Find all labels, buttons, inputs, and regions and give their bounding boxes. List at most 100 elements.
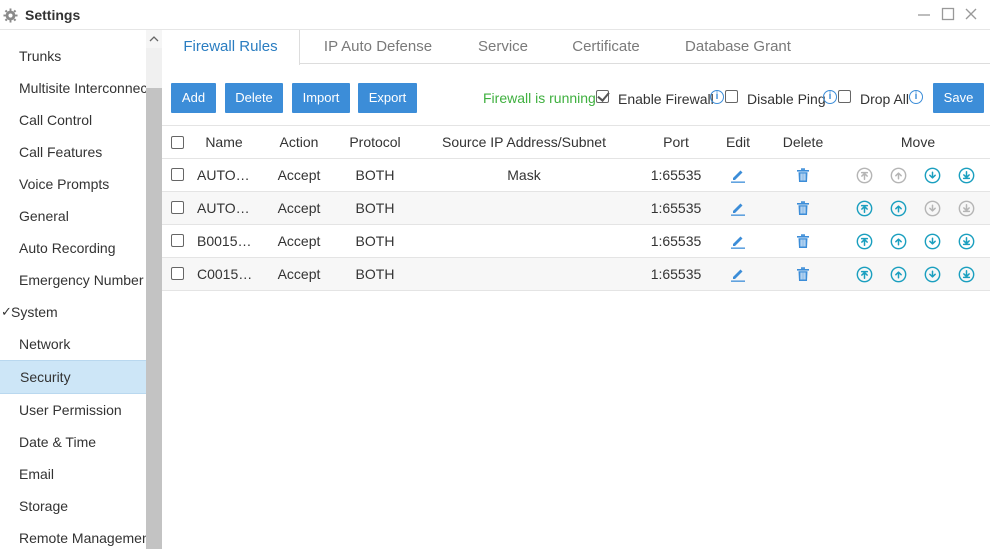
row-name: AUTO… [197, 200, 250, 216]
sidebar-item-remote-management[interactable]: Remote Management [0, 522, 146, 549]
sidebar-scroll-thumb[interactable] [146, 88, 162, 549]
info-icon[interactable]: i [710, 90, 724, 104]
row-source [424, 192, 624, 224]
scroll-up-button[interactable] [146, 30, 162, 48]
table-row[interactable]: AUTO… Accept BOTH 1:65535 [162, 192, 990, 225]
tab-database-grant[interactable]: Database Grant [676, 30, 800, 64]
sidebar-item-network[interactable]: Network [0, 328, 146, 360]
move-up-icon[interactable] [890, 266, 907, 283]
move-up-icon[interactable] [890, 200, 907, 217]
row-source [424, 159, 624, 191]
column-header-delete: Delete [782, 134, 824, 150]
edit-icon[interactable] [730, 233, 746, 249]
trash-icon[interactable] [795, 200, 811, 216]
column-header-source[interactable]: Source IP Address/Subnet Mask [424, 126, 624, 183]
save-button[interactable]: Save [933, 83, 984, 113]
sidebar-item-email[interactable]: Email [0, 458, 146, 490]
sidebar-item-user-permission[interactable]: User Permission [0, 394, 146, 426]
tab-certificate[interactable]: Certificate [562, 30, 650, 64]
main-panel: Firewall Rules IP Auto Defense Service C… [162, 30, 990, 549]
row-action: Accept [277, 200, 321, 216]
move-to-top-icon[interactable] [856, 167, 873, 184]
move-down-icon[interactable] [924, 233, 941, 250]
info-icon[interactable]: i [909, 90, 923, 104]
row-protocol: BOTH [355, 200, 395, 216]
select-all-checkbox[interactable] [171, 136, 184, 149]
maximize-icon[interactable] [940, 6, 956, 22]
delete-button[interactable]: Delete [225, 83, 283, 113]
window-title: Settings [25, 7, 81, 23]
disable-ping-label: Disable Ping [747, 91, 826, 107]
table-header: Name Action Protocol Source IP Address/S… [162, 125, 990, 183]
move-up-icon[interactable] [890, 167, 907, 184]
row-checkbox[interactable] [171, 201, 184, 214]
sidebar-item-trunks[interactable]: Trunks [0, 40, 146, 72]
trash-icon[interactable] [795, 266, 811, 282]
drop-all-label: Drop All [860, 91, 910, 107]
move-to-bottom-icon[interactable] [958, 167, 975, 184]
export-button[interactable]: Export [358, 83, 417, 113]
tab-firewall-rules[interactable]: Firewall Rules [162, 30, 300, 65]
column-header-name[interactable]: Name [195, 126, 253, 159]
sidebar-item-security[interactable]: Security [0, 360, 146, 394]
drop-all-checkbox[interactable] [838, 90, 851, 103]
sidebar-item-storage[interactable]: Storage [0, 490, 146, 522]
row-name: C0015… [197, 266, 253, 282]
row-source [424, 225, 624, 257]
move-to-bottom-icon[interactable] [958, 233, 975, 250]
sidebar: Trunks Multisite Interconnect Call Contr… [0, 30, 162, 549]
column-header-protocol[interactable]: Protocol [340, 126, 410, 159]
column-header-port[interactable]: Port [652, 126, 700, 159]
trash-icon[interactable] [795, 167, 811, 183]
import-button[interactable]: Import [292, 83, 350, 113]
row-name: AUTO… [197, 167, 250, 183]
row-protocol: BOTH [355, 266, 395, 282]
edit-icon[interactable] [730, 200, 746, 216]
move-to-bottom-icon[interactable] [958, 200, 975, 217]
sidebar-group-system[interactable]: ✓ System [0, 296, 146, 328]
sidebar-item-call-features[interactable]: Call Features [0, 136, 146, 168]
add-button[interactable]: Add [171, 83, 216, 113]
sidebar-item-voice-prompts[interactable]: Voice Prompts [0, 168, 146, 200]
move-to-bottom-icon[interactable] [958, 266, 975, 283]
column-header-edit: Edit [725, 134, 751, 150]
enable-firewall-checkbox[interactable] [596, 90, 609, 103]
table-row[interactable]: B0015… Accept BOTH 1:65535 [162, 225, 990, 258]
info-icon[interactable]: i [823, 90, 837, 104]
tab-service[interactable]: Service [462, 30, 544, 64]
row-checkbox[interactable] [171, 168, 184, 181]
column-header-action[interactable]: Action [267, 126, 331, 159]
row-protocol: BOTH [355, 167, 395, 183]
tab-bar: Firewall Rules IP Auto Defense Service C… [162, 30, 990, 65]
sidebar-item-call-control[interactable]: Call Control [0, 104, 146, 136]
disable-ping-checkbox[interactable] [725, 90, 738, 103]
close-icon[interactable] [963, 6, 979, 22]
move-to-top-icon[interactable] [856, 266, 873, 283]
row-port: 1:65535 [650, 167, 702, 183]
edit-icon[interactable] [730, 167, 746, 183]
sidebar-item-general[interactable]: General [0, 200, 146, 232]
row-port: 1:65535 [650, 233, 702, 249]
sidebar-item-auto-recording[interactable]: Auto Recording [0, 232, 146, 264]
move-to-top-icon[interactable] [856, 233, 873, 250]
sidebar-item-emergency-number[interactable]: Emergency Number [0, 264, 146, 296]
trash-icon[interactable] [795, 233, 811, 249]
move-down-icon[interactable] [924, 200, 941, 217]
row-action: Accept [277, 167, 321, 183]
row-action: Accept [277, 233, 321, 249]
row-checkbox[interactable] [171, 234, 184, 247]
checkmark-icon: ✓ [1, 304, 12, 319]
sidebar-item-date-time[interactable]: Date & Time [0, 426, 146, 458]
table-row[interactable]: AUTO… Accept BOTH 1:65535 [162, 159, 990, 192]
row-checkbox[interactable] [171, 267, 184, 280]
tab-ip-auto-defense[interactable]: IP Auto Defense [310, 30, 446, 64]
column-header-move: Move [900, 134, 936, 150]
edit-icon[interactable] [730, 266, 746, 282]
move-up-icon[interactable] [890, 233, 907, 250]
minimize-icon[interactable] [916, 6, 932, 22]
sidebar-item-multisite-interconnect[interactable]: Multisite Interconnect [0, 72, 146, 104]
move-down-icon[interactable] [924, 167, 941, 184]
move-to-top-icon[interactable] [856, 200, 873, 217]
table-row[interactable]: C0015… Accept BOTH 1:65535 [162, 258, 990, 291]
move-down-icon[interactable] [924, 266, 941, 283]
